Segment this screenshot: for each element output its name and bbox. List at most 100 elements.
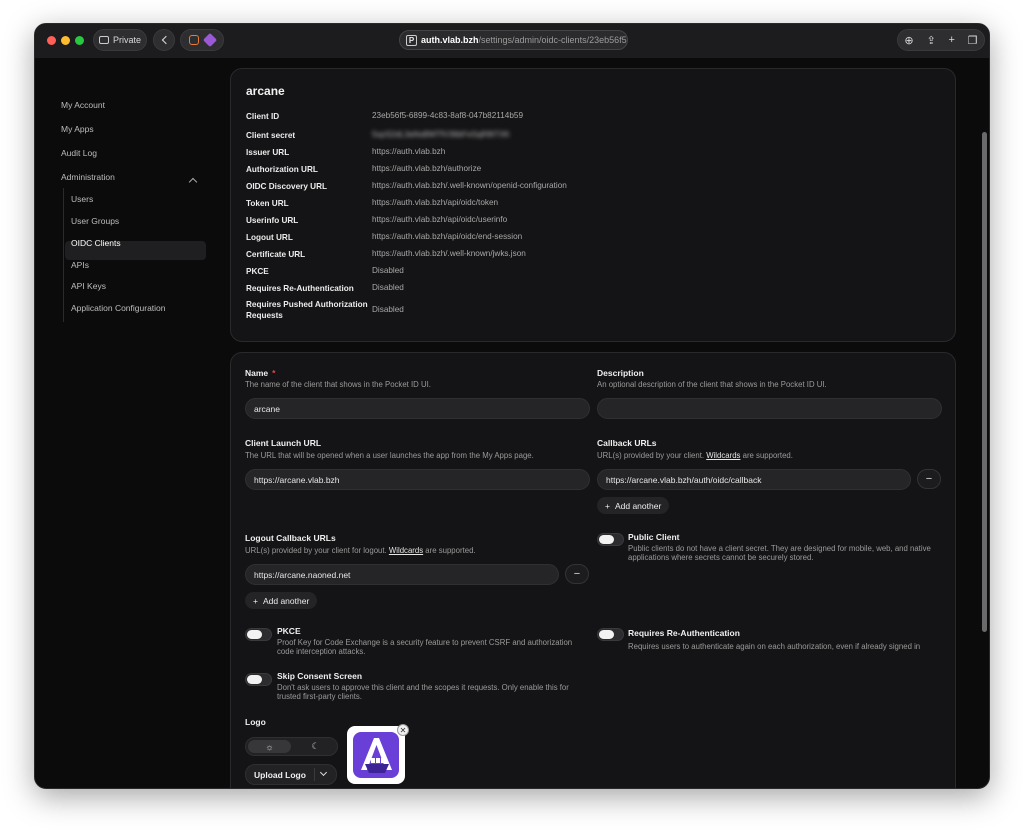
pkce-hint: Proof Key for Code Exchange is a securit… [277, 638, 573, 656]
token-url-value[interactable]: https://auth.vlab.bzh/api/oidc/token [372, 198, 498, 207]
name-label-text: Name [245, 368, 269, 378]
moon-icon: ☾ [311, 741, 320, 751]
reauth-toggle[interactable] [597, 628, 624, 641]
add-logout-button[interactable]: + Add another [245, 592, 318, 609]
remove-logo-button[interactable]: ✕ [397, 724, 409, 736]
sidebar-item-users[interactable]: Users [71, 194, 93, 204]
chevron-left-icon [161, 35, 170, 45]
client-id-label: Client ID [246, 112, 280, 121]
sidebar-item-user-groups[interactable]: User Groups [71, 216, 119, 226]
reauth-hint: Requires users to authenticate again on … [628, 642, 921, 651]
skip-consent-toggle[interactable] [245, 673, 272, 686]
logout-url-label: Logout URL [246, 233, 293, 242]
private-label: Private [112, 35, 141, 45]
logout-url-value[interactable]: https://auth.vlab.bzh/api/oidc/end-sessi… [372, 232, 522, 241]
discovery-url-value[interactable]: https://auth.vlab.bzh/.well-known/openid… [372, 181, 567, 190]
logo-label: Logo [245, 717, 266, 727]
sidebar: My Account My Apps Audit Log Administrat… [35, 58, 215, 788]
back-button[interactable] [153, 29, 175, 51]
minimize-window-button[interactable] [61, 36, 70, 45]
client-secret-value[interactable]: 5xpS2dL3aNsBMTfV36bFeSqR8iTXK [372, 130, 510, 139]
certificate-url-label: Certificate URL [246, 250, 306, 259]
theme-switch: ☼ ☾ [245, 737, 338, 756]
client-title: arcane [246, 84, 285, 98]
reauth-value: Disabled [372, 283, 404, 292]
public-client-toggle[interactable] [597, 533, 624, 546]
button-divider [314, 768, 315, 781]
pkce-toggle[interactable] [245, 628, 272, 641]
name-label: Name * [245, 368, 275, 378]
remove-callback-button[interactable]: − [917, 469, 941, 489]
zoom-window-button[interactable] [75, 36, 84, 45]
callback-url-input[interactable]: https://arcane.vlab.bzh/auth/oidc/callba… [597, 469, 911, 490]
tabs-overview-icon[interactable]: ❐ [968, 34, 978, 47]
chevron-up-icon[interactable] [188, 177, 198, 187]
dark-theme-tab[interactable]: ☾ [294, 740, 337, 753]
close-window-button[interactable] [47, 36, 56, 45]
plus-icon: + [253, 595, 258, 606]
add-callback-button[interactable]: + Add another [597, 497, 670, 514]
description-input[interactable] [597, 398, 942, 419]
extensions-group[interactable] [180, 29, 224, 51]
download-icon[interactable]: ⊕ [904, 34, 913, 47]
callback-hint-text: URL(s) provided by your client. [597, 451, 705, 460]
plus-icon: + [605, 500, 610, 511]
toggle-knob [247, 675, 262, 684]
toolbar-actions: ⊕ ⇪ + ❐ [897, 29, 985, 51]
page-scrollbar[interactable] [982, 132, 987, 632]
toggle-knob [247, 630, 262, 639]
discovery-url-label: OIDC Discovery URL [246, 182, 327, 191]
authorization-url-label: Authorization URL [246, 165, 318, 174]
public-client-hint: Public clients do not have a client secr… [628, 544, 931, 562]
sidebar-item-apis[interactable]: APIs [71, 260, 89, 270]
sidebar-item-my-apps[interactable]: My Apps [61, 124, 94, 134]
new-tab-icon[interactable]: + [948, 34, 954, 46]
client-form-card: Name * The name of the client that shows … [230, 352, 956, 788]
skip-consent-hint: Don't ask users to approve this client a… [277, 683, 569, 701]
url-path: /settings/admin/oidc-clients/23eb56f5 [478, 35, 627, 45]
arcane-logo-icon [353, 732, 399, 778]
browser-window: Private P auth.vlab.bzh/settings/admin/o… [34, 23, 990, 789]
pkce-toggle-label: PKCE [277, 626, 301, 636]
minus-icon: − [573, 568, 581, 580]
reauth-label: Requires Re-Authentication [246, 284, 354, 293]
launch-url-label: Client Launch URL [245, 438, 322, 448]
chevron-down-icon[interactable] [319, 768, 328, 777]
logout-wildcards-link[interactable]: Wildcards [389, 546, 423, 555]
sidebar-item-oidc-clients[interactable]: OIDC Clients [71, 238, 121, 248]
share-icon[interactable]: ⇪ [926, 34, 935, 47]
authorization-url-value[interactable]: https://auth.vlab.bzh/authorize [372, 164, 481, 173]
address-bar[interactable]: P auth.vlab.bzh/settings/admin/oidc-clie… [399, 30, 628, 50]
sun-icon: ☼ [265, 741, 274, 752]
logout-url-input[interactable]: https://arcane.naoned.net [245, 564, 559, 585]
description-hint: An optional description of the client th… [597, 380, 827, 389]
callback-urls-hint: URL(s) provided by your client. Wildcard… [597, 451, 793, 460]
par-value: Disabled [372, 305, 404, 314]
add-logout-label: Add another [262, 595, 310, 606]
pkce-value: Disabled [372, 266, 404, 275]
userinfo-url-label: Userinfo URL [246, 216, 299, 225]
light-theme-tab[interactable]: ☼ [248, 740, 291, 753]
sidebar-item-my-account[interactable]: My Account [61, 100, 105, 110]
certificate-url-value[interactable]: https://auth.vlab.bzh/.well-known/jwks.j… [372, 249, 526, 258]
skip-consent-label: Skip Consent Screen [277, 671, 363, 681]
upload-logo-label: Upload Logo [254, 769, 306, 780]
client-id-value[interactable]: 23eb56f5-6899-4c83-8af8-047b82114b59 [372, 111, 523, 120]
sidebar-item-administration[interactable]: Administration [61, 172, 115, 182]
launch-url-hint: The URL that will be opened when a user … [245, 451, 534, 460]
issuer-url-value[interactable]: https://auth.vlab.bzh [372, 147, 445, 156]
upload-logo-button[interactable]: Upload Logo [245, 764, 337, 785]
sidebar-toggle-button[interactable]: Private [93, 29, 147, 51]
name-input[interactable]: arcane [245, 398, 590, 419]
logout-hint-text: URL(s) provided by your client for logou… [245, 546, 387, 555]
sidebar-item-application-configuration[interactable]: Application Configuration [71, 303, 166, 313]
sidebar-item-api-keys[interactable]: API Keys [71, 281, 106, 291]
remove-logout-button[interactable]: − [565, 564, 589, 584]
page-icon: P [406, 34, 417, 46]
userinfo-url-value[interactable]: https://auth.vlab.bzh/api/oidc/userinfo [372, 215, 507, 224]
reauth-toggle-label: Requires Re-Authentication [628, 628, 740, 638]
url-domain: auth.vlab.bzh [421, 35, 479, 45]
sidebar-item-audit-log[interactable]: Audit Log [61, 148, 97, 158]
callback-wildcards-link[interactable]: Wildcards [706, 451, 740, 460]
launch-url-input[interactable]: https://arcane.vlab.bzh [245, 469, 590, 490]
